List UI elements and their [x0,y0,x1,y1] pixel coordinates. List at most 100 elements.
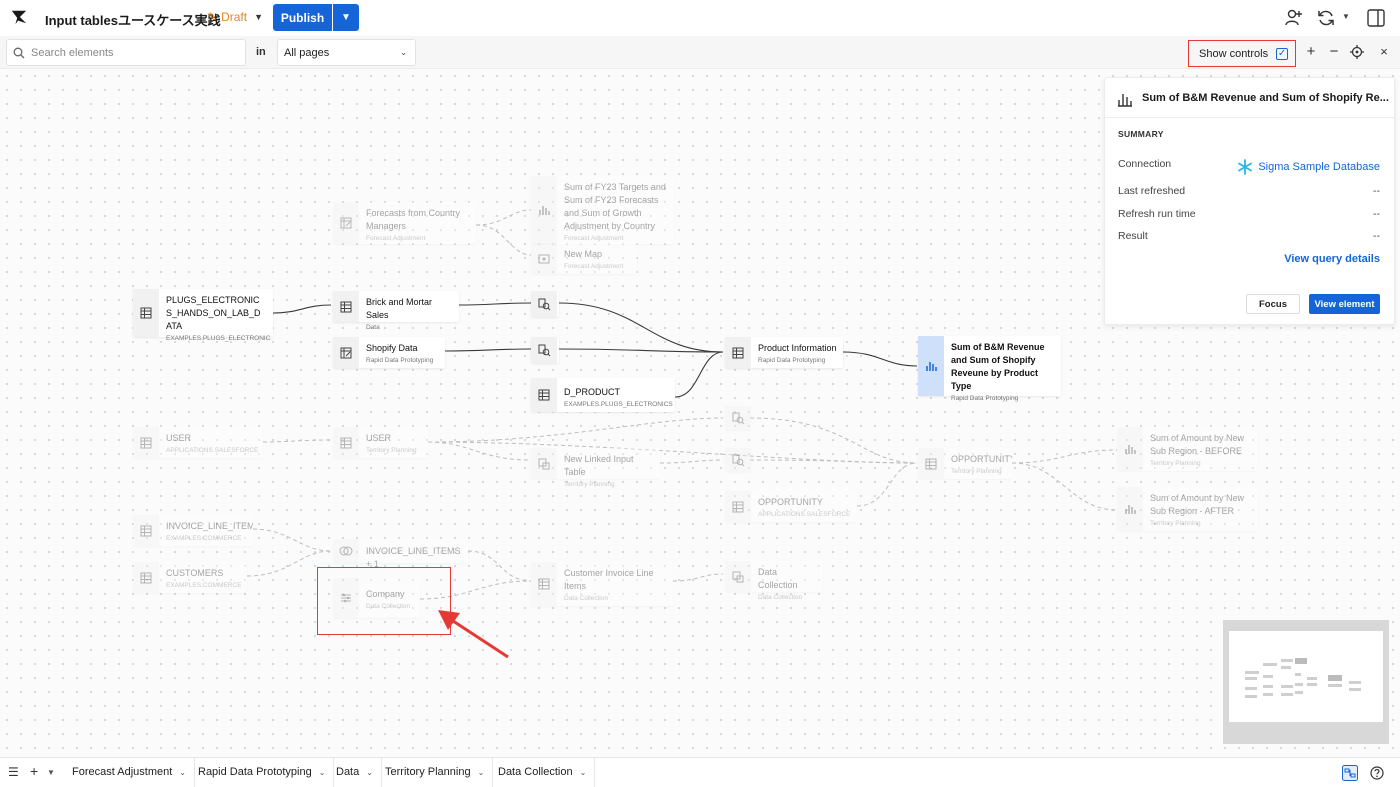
lineage-node[interactable]: Customer Invoice Line Items Data Collecti… [531,562,673,606]
zoom-out-icon[interactable]: − [1326,44,1342,60]
node-name: INVOICE_LINE_ITEMS [166,521,253,531]
lineage-node[interactable]: Brick and Mortar Sales Data [333,291,459,331]
page-tab[interactable]: Rapid Data Prototyping ⌄ [190,757,335,787]
focus-button[interactable]: Focus [1246,294,1300,314]
summary-heading: SUMMARY [1118,129,1164,139]
page-tab[interactable]: Territory Planning ⌄ [377,757,494,787]
last-refreshed-label: Last refreshed [1118,185,1186,197]
lineage-node[interactable]: Sum of FY23 Targets and Sum of FY23 Fore… [531,176,674,244]
chevron-down-icon[interactable]: ⌄ [179,768,186,777]
workbook-title[interactable]: Input tablesユースケース実践 [45,10,221,29]
lineage-node[interactable]: D_PRODUCT EXAMPLES.PLUGS_ELECTRONICS [531,378,675,412]
close-icon[interactable]: × [1376,44,1392,60]
chevron-down-icon[interactable]: ▼ [47,768,55,777]
chevron-down-icon[interactable]: ⌄ [478,768,485,777]
lineage-node[interactable]: Product Information Rapid Data Prototypin… [725,337,843,368]
bar-chart-icon [1117,487,1143,531]
refresh-run-time-value: -- [1373,208,1380,220]
lineage-node-selected[interactable]: Sum of B&M Revenue and Sum of Shopify Re… [918,336,1061,402]
page-tab-label: Forecast Adjustment [72,766,173,778]
lineage-node[interactable]: Sum of Amount by New Sub Region - AFTER T… [1117,487,1258,531]
view-query-details-link[interactable]: View query details [1284,253,1380,265]
page-tab[interactable]: Forecast Adjustment ⌄ [64,757,195,787]
publish-button[interactable]: Publish [273,4,332,31]
node-name: Forecasts from Country Managers [366,208,461,231]
minimap-viewport [1229,631,1383,722]
pencil-icon: ✎ [207,10,218,24]
join-icon [333,539,359,563]
page-tab-label: Rapid Data Prototyping [198,766,312,778]
node-name: USER [366,433,392,443]
node-subtitle: Forecast Adjustment [564,235,624,242]
table-icon [133,289,159,337]
lineage-node[interactable]: Shopify Data Rapid Data Prototyping [333,337,445,368]
panel-title: Sum of B&M Revenue and Sum of Shopify Re… [1142,92,1389,104]
refresh-icon[interactable] [1316,8,1336,28]
lineage-node[interactable]: OPPORTUNITY APPLICATIONS.SALESFORCE [725,491,857,522]
table-icon [531,562,557,606]
lineage-node[interactable]: Data Collection Data Collection [725,561,823,601]
node-name: OPPORTUNITY [951,454,1012,464]
query-search-icon [531,337,557,363]
node-subtitle: APPLICATIONS.SALESFORCE [758,511,851,518]
top-bar: Input tablesユースケース実践 ✎ Draft ▼ Publish ▼… [0,0,1400,36]
panel-toggle-icon[interactable] [1366,8,1386,28]
search-box[interactable] [6,39,246,66]
pages-select[interactable]: All pages ⌄ [277,39,416,66]
node-subtitle: Forecast Adjustment [564,263,624,270]
page-tab[interactable]: Data Collection ⌄ [490,757,596,787]
lineage-node-query[interactable] [725,448,751,472]
connection-link[interactable]: Sigma Sample Database [1237,159,1380,175]
chevron-down-icon: ⌄ [400,48,407,57]
lineage-node[interactable]: New Linked Input Table Territory Planning [531,448,660,488]
table-icon [725,491,751,522]
chevron-down-icon[interactable]: ▼ [1342,12,1350,21]
lineage-node-query[interactable] [531,291,559,317]
node-name: Data Collection [758,567,798,590]
zoom-in-icon[interactable]: + [1303,44,1319,60]
node-subtitle: EXAMPLES.PLUGS_ELECTRONICS [166,335,271,342]
node-name: OPPORTUNITY [758,497,823,507]
lineage-node[interactable]: PLUGS_ELECTRONICS_HANDS_ON_LAB_DATA EXAMP… [133,289,273,342]
minimap[interactable] [1223,620,1389,744]
show-controls-checkbox[interactable]: ✓ [1276,47,1289,60]
draft-label: Draft [221,10,248,24]
lineage-icon[interactable] [1342,765,1358,781]
annotation-arrow-icon [438,610,509,659]
search-input[interactable] [31,46,231,59]
show-controls-label: Show controls [1199,47,1269,60]
lineage-node[interactable]: Forecasts from Country Managers Forecast … [333,202,476,244]
chevron-down-icon[interactable]: ⌄ [319,768,326,777]
lineage-node[interactable]: INVOICE_LINE_ITEMS EXAMPLES.COMMERCE [133,515,253,546]
lineage-node[interactable]: CUSTOMERS EXAMPLES.COMMERCE [133,562,247,593]
chevron-down-icon[interactable]: ⌄ [366,768,373,777]
connection-value: Sigma Sample Database [1258,161,1380,173]
page-list-icon[interactable]: ☰ [8,765,19,779]
bar-chart-icon [918,336,944,396]
lineage-node[interactable]: Sum of Amount by New Sub Region - BEFORE… [1117,427,1258,471]
publish-options-button[interactable]: ▼ [333,4,359,31]
page-tab[interactable]: Data ⌄ [328,757,382,787]
lineage-node-query[interactable] [531,337,559,363]
draft-status-dropdown[interactable]: ✎ Draft ▼ [207,10,263,24]
node-subtitle: Territory Planning [366,447,417,454]
chevron-down-icon[interactable]: ⌄ [580,768,587,777]
lineage-node[interactable]: INVOICE_LINE_ITEMS + 1 [333,539,468,569]
sigma-logo-icon[interactable] [10,8,28,26]
show-controls-toggle[interactable]: Show controls ✓ [1188,40,1296,67]
lineage-node-query[interactable] [725,406,751,430]
recenter-icon[interactable] [1349,44,1365,60]
lineage-node[interactable]: USER Territory Planning [333,427,428,458]
lineage-node[interactable]: New Map Forecast Adjustment [531,243,637,274]
add-page-icon[interactable]: + [30,763,38,779]
map-icon [531,243,557,274]
lineage-node[interactable]: USER APPLICATIONS.SALESFORCE [133,427,263,458]
help-icon[interactable] [1370,766,1384,780]
lineage-node[interactable]: OPPORTUNITY Territory Planning [918,448,1012,479]
table-icon [133,562,159,593]
search-icon [13,47,25,58]
view-element-button[interactable]: View element [1309,294,1380,314]
node-name: Sum of B&M Revenue and Sum of Shopify Re… [951,342,1045,391]
add-user-icon[interactable] [1284,8,1304,28]
query-search-icon [725,448,751,472]
